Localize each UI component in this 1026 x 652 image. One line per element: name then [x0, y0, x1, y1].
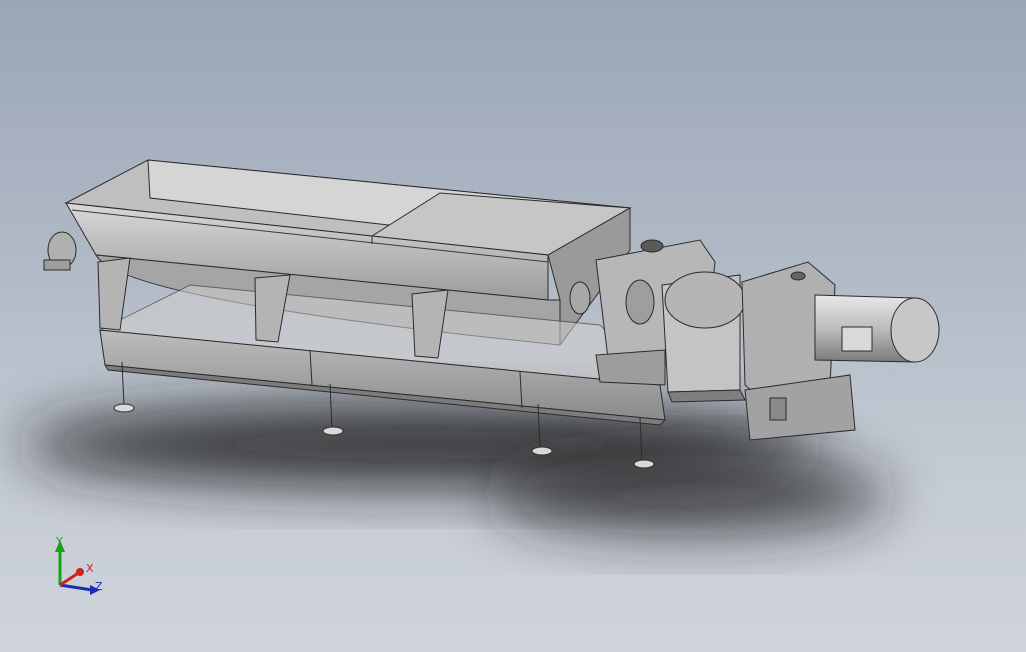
- motor-end-cap: [890, 297, 940, 363]
- view-triad: Y X Z: [55, 535, 103, 595]
- gearbox[interactable]: [661, 271, 746, 403]
- z-axis-label: Z: [95, 580, 103, 593]
- terminal-box: [841, 326, 873, 352]
- graphics-viewport[interactable]: Y X Z: [0, 0, 1026, 652]
- electric-motor[interactable]: [814, 294, 940, 363]
- y-axis-label: Y: [55, 535, 63, 548]
- z-axis-arrow: [59, 583, 93, 592]
- breather-cap: [640, 239, 664, 253]
- x-axis-label: X: [86, 562, 94, 575]
